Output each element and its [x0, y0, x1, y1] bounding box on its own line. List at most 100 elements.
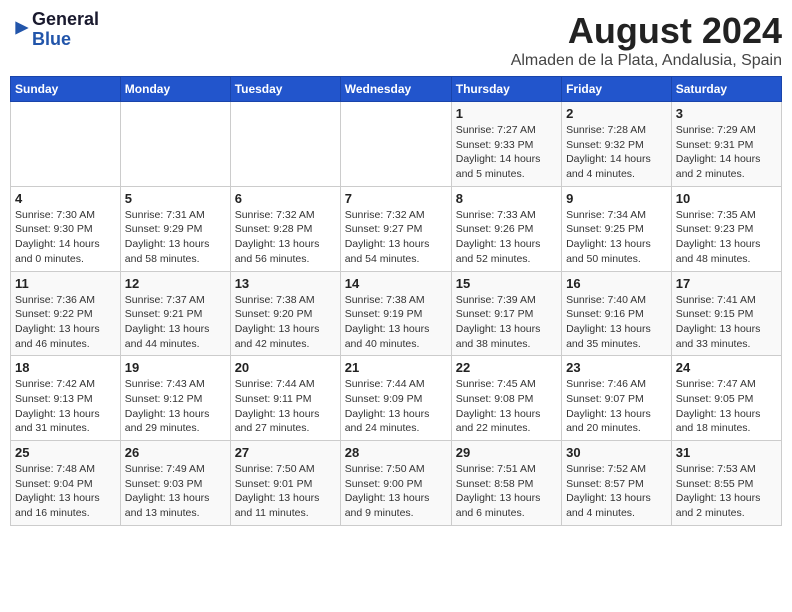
day-detail: Sunrise: 7:35 AM Sunset: 9:23 PM Dayligh…	[676, 208, 777, 267]
day-number: 29	[456, 445, 557, 460]
day-number: 9	[566, 191, 667, 206]
header-cell-sunday: Sunday	[11, 77, 121, 102]
calendar-table: SundayMondayTuesdayWednesdayThursdayFrid…	[10, 76, 782, 526]
header-cell-wednesday: Wednesday	[340, 77, 451, 102]
calendar-week-1: 1 Sunrise: 7:27 AM Sunset: 9:33 PM Daylig…	[11, 102, 782, 187]
calendar-cell: 4 Sunrise: 7:30 AM Sunset: 9:30 PM Daylig…	[11, 186, 121, 271]
calendar-cell	[11, 102, 121, 187]
calendar-cell: 31Sunrise: 7:53 AM Sunset: 8:55 PM Dayli…	[671, 441, 781, 526]
calendar-header: SundayMondayTuesdayWednesdayThursdayFrid…	[11, 77, 782, 102]
day-detail: Sunrise: 7:29 AM Sunset: 9:31 PM Dayligh…	[676, 123, 777, 182]
logo-general: General	[32, 9, 99, 29]
calendar-cell: 25Sunrise: 7:48 AM Sunset: 9:04 PM Dayli…	[11, 441, 121, 526]
calendar-cell: 10Sunrise: 7:35 AM Sunset: 9:23 PM Dayli…	[671, 186, 781, 271]
calendar-cell: 6 Sunrise: 7:32 AM Sunset: 9:28 PM Daylig…	[230, 186, 340, 271]
calendar-cell: 11 Sunrise: 7:36 AM Sunset: 9:22 PM Dayli…	[11, 271, 121, 356]
calendar-cell: 14Sunrise: 7:38 AM Sunset: 9:19 PM Dayli…	[340, 271, 451, 356]
calendar-cell: 23 Sunrise: 7:46 AM Sunset: 9:07 PM Dayli…	[562, 356, 672, 441]
day-number: 30	[566, 445, 667, 460]
logo-text: General Blue	[32, 10, 99, 50]
day-number: 15	[456, 276, 557, 291]
day-number: 3	[676, 106, 777, 121]
calendar-week-4: 18 Sunrise: 7:42 AM Sunset: 9:13 PM Dayli…	[11, 356, 782, 441]
calendar-cell: 22 Sunrise: 7:45 AM Sunset: 9:08 PM Dayli…	[451, 356, 561, 441]
day-detail: Sunrise: 7:27 AM Sunset: 9:33 PM Dayligh…	[456, 123, 557, 182]
calendar-week-2: 4 Sunrise: 7:30 AM Sunset: 9:30 PM Daylig…	[11, 186, 782, 271]
day-number: 1	[456, 106, 557, 121]
calendar-cell: 27 Sunrise: 7:50 AM Sunset: 9:01 PM Dayli…	[230, 441, 340, 526]
day-number: 11	[15, 276, 116, 291]
header-cell-tuesday: Tuesday	[230, 77, 340, 102]
day-detail: Sunrise: 7:51 AM Sunset: 8:58 PM Dayligh…	[456, 462, 557, 521]
calendar-cell: 12 Sunrise: 7:37 AM Sunset: 9:21 PM Dayli…	[120, 271, 230, 356]
day-number: 25	[15, 445, 116, 460]
calendar-cell: 5 Sunrise: 7:31 AM Sunset: 9:29 PM Daylig…	[120, 186, 230, 271]
header-cell-friday: Friday	[562, 77, 672, 102]
calendar-cell: 29 Sunrise: 7:51 AM Sunset: 8:58 PM Dayli…	[451, 441, 561, 526]
day-detail: Sunrise: 7:30 AM Sunset: 9:30 PM Dayligh…	[15, 208, 116, 267]
day-detail: Sunrise: 7:36 AM Sunset: 9:22 PM Dayligh…	[15, 293, 116, 352]
day-number: 4	[15, 191, 116, 206]
day-number: 2	[566, 106, 667, 121]
day-detail: Sunrise: 7:40 AM Sunset: 9:16 PM Dayligh…	[566, 293, 667, 352]
calendar-cell: 7Sunrise: 7:32 AM Sunset: 9:27 PM Daylig…	[340, 186, 451, 271]
day-detail: Sunrise: 7:38 AM Sunset: 9:19 PM Dayligh…	[345, 293, 447, 352]
day-number: 28	[345, 445, 447, 460]
day-detail: Sunrise: 7:50 AM Sunset: 9:00 PM Dayligh…	[345, 462, 447, 521]
day-number: 20	[235, 360, 336, 375]
calendar-cell: 9 Sunrise: 7:34 AM Sunset: 9:25 PM Daylig…	[562, 186, 672, 271]
calendar-cell: 30 Sunrise: 7:52 AM Sunset: 8:57 PM Dayli…	[562, 441, 672, 526]
calendar-body: 1 Sunrise: 7:27 AM Sunset: 9:33 PM Daylig…	[11, 102, 782, 526]
calendar-cell	[340, 102, 451, 187]
day-detail: Sunrise: 7:43 AM Sunset: 9:12 PM Dayligh…	[125, 377, 226, 436]
day-number: 27	[235, 445, 336, 460]
day-detail: Sunrise: 7:47 AM Sunset: 9:05 PM Dayligh…	[676, 377, 777, 436]
day-detail: Sunrise: 7:41 AM Sunset: 9:15 PM Dayligh…	[676, 293, 777, 352]
calendar-cell: 26 Sunrise: 7:49 AM Sunset: 9:03 PM Dayli…	[120, 441, 230, 526]
day-detail: Sunrise: 7:52 AM Sunset: 8:57 PM Dayligh…	[566, 462, 667, 521]
day-number: 26	[125, 445, 226, 460]
calendar-cell: 19 Sunrise: 7:43 AM Sunset: 9:12 PM Dayli…	[120, 356, 230, 441]
day-detail: Sunrise: 7:34 AM Sunset: 9:25 PM Dayligh…	[566, 208, 667, 267]
day-detail: Sunrise: 7:28 AM Sunset: 9:32 PM Dayligh…	[566, 123, 667, 182]
day-detail: Sunrise: 7:38 AM Sunset: 9:20 PM Dayligh…	[235, 293, 336, 352]
day-number: 12	[125, 276, 226, 291]
day-detail: Sunrise: 7:33 AM Sunset: 9:26 PM Dayligh…	[456, 208, 557, 267]
day-number: 8	[456, 191, 557, 206]
day-detail: Sunrise: 7:32 AM Sunset: 9:28 PM Dayligh…	[235, 208, 336, 267]
calendar-cell: 3 Sunrise: 7:29 AM Sunset: 9:31 PM Daylig…	[671, 102, 781, 187]
day-number: 17	[676, 276, 777, 291]
calendar-cell	[120, 102, 230, 187]
calendar-cell: 13 Sunrise: 7:38 AM Sunset: 9:20 PM Dayli…	[230, 271, 340, 356]
day-detail: Sunrise: 7:31 AM Sunset: 9:29 PM Dayligh…	[125, 208, 226, 267]
title-area: August 2024 Almaden de la Plata, Andalus…	[511, 10, 782, 70]
day-number: 23	[566, 360, 667, 375]
day-detail: Sunrise: 7:49 AM Sunset: 9:03 PM Dayligh…	[125, 462, 226, 521]
day-number: 16	[566, 276, 667, 291]
day-number: 24	[676, 360, 777, 375]
page-title: August 2024	[511, 10, 782, 52]
day-number: 18	[15, 360, 116, 375]
day-number: 13	[235, 276, 336, 291]
day-detail: Sunrise: 7:37 AM Sunset: 9:21 PM Dayligh…	[125, 293, 226, 352]
header-cell-saturday: Saturday	[671, 77, 781, 102]
logo-icon	[12, 18, 32, 38]
day-detail: Sunrise: 7:45 AM Sunset: 9:08 PM Dayligh…	[456, 377, 557, 436]
day-number: 21	[345, 360, 447, 375]
logo: General Blue	[10, 10, 99, 50]
day-number: 6	[235, 191, 336, 206]
day-detail: Sunrise: 7:32 AM Sunset: 9:27 PM Dayligh…	[345, 208, 447, 267]
calendar-cell: 16 Sunrise: 7:40 AM Sunset: 9:16 PM Dayli…	[562, 271, 672, 356]
day-detail: Sunrise: 7:44 AM Sunset: 9:11 PM Dayligh…	[235, 377, 336, 436]
day-detail: Sunrise: 7:50 AM Sunset: 9:01 PM Dayligh…	[235, 462, 336, 521]
calendar-cell: 20 Sunrise: 7:44 AM Sunset: 9:11 PM Dayli…	[230, 356, 340, 441]
day-number: 5	[125, 191, 226, 206]
page-header: General Blue August 2024 Almaden de la P…	[10, 10, 782, 70]
day-number: 22	[456, 360, 557, 375]
day-detail: Sunrise: 7:42 AM Sunset: 9:13 PM Dayligh…	[15, 377, 116, 436]
header-cell-thursday: Thursday	[451, 77, 561, 102]
calendar-cell: 1 Sunrise: 7:27 AM Sunset: 9:33 PM Daylig…	[451, 102, 561, 187]
day-number: 19	[125, 360, 226, 375]
calendar-cell: 28 Sunrise: 7:50 AM Sunset: 9:00 PM Dayli…	[340, 441, 451, 526]
day-detail: Sunrise: 7:46 AM Sunset: 9:07 PM Dayligh…	[566, 377, 667, 436]
